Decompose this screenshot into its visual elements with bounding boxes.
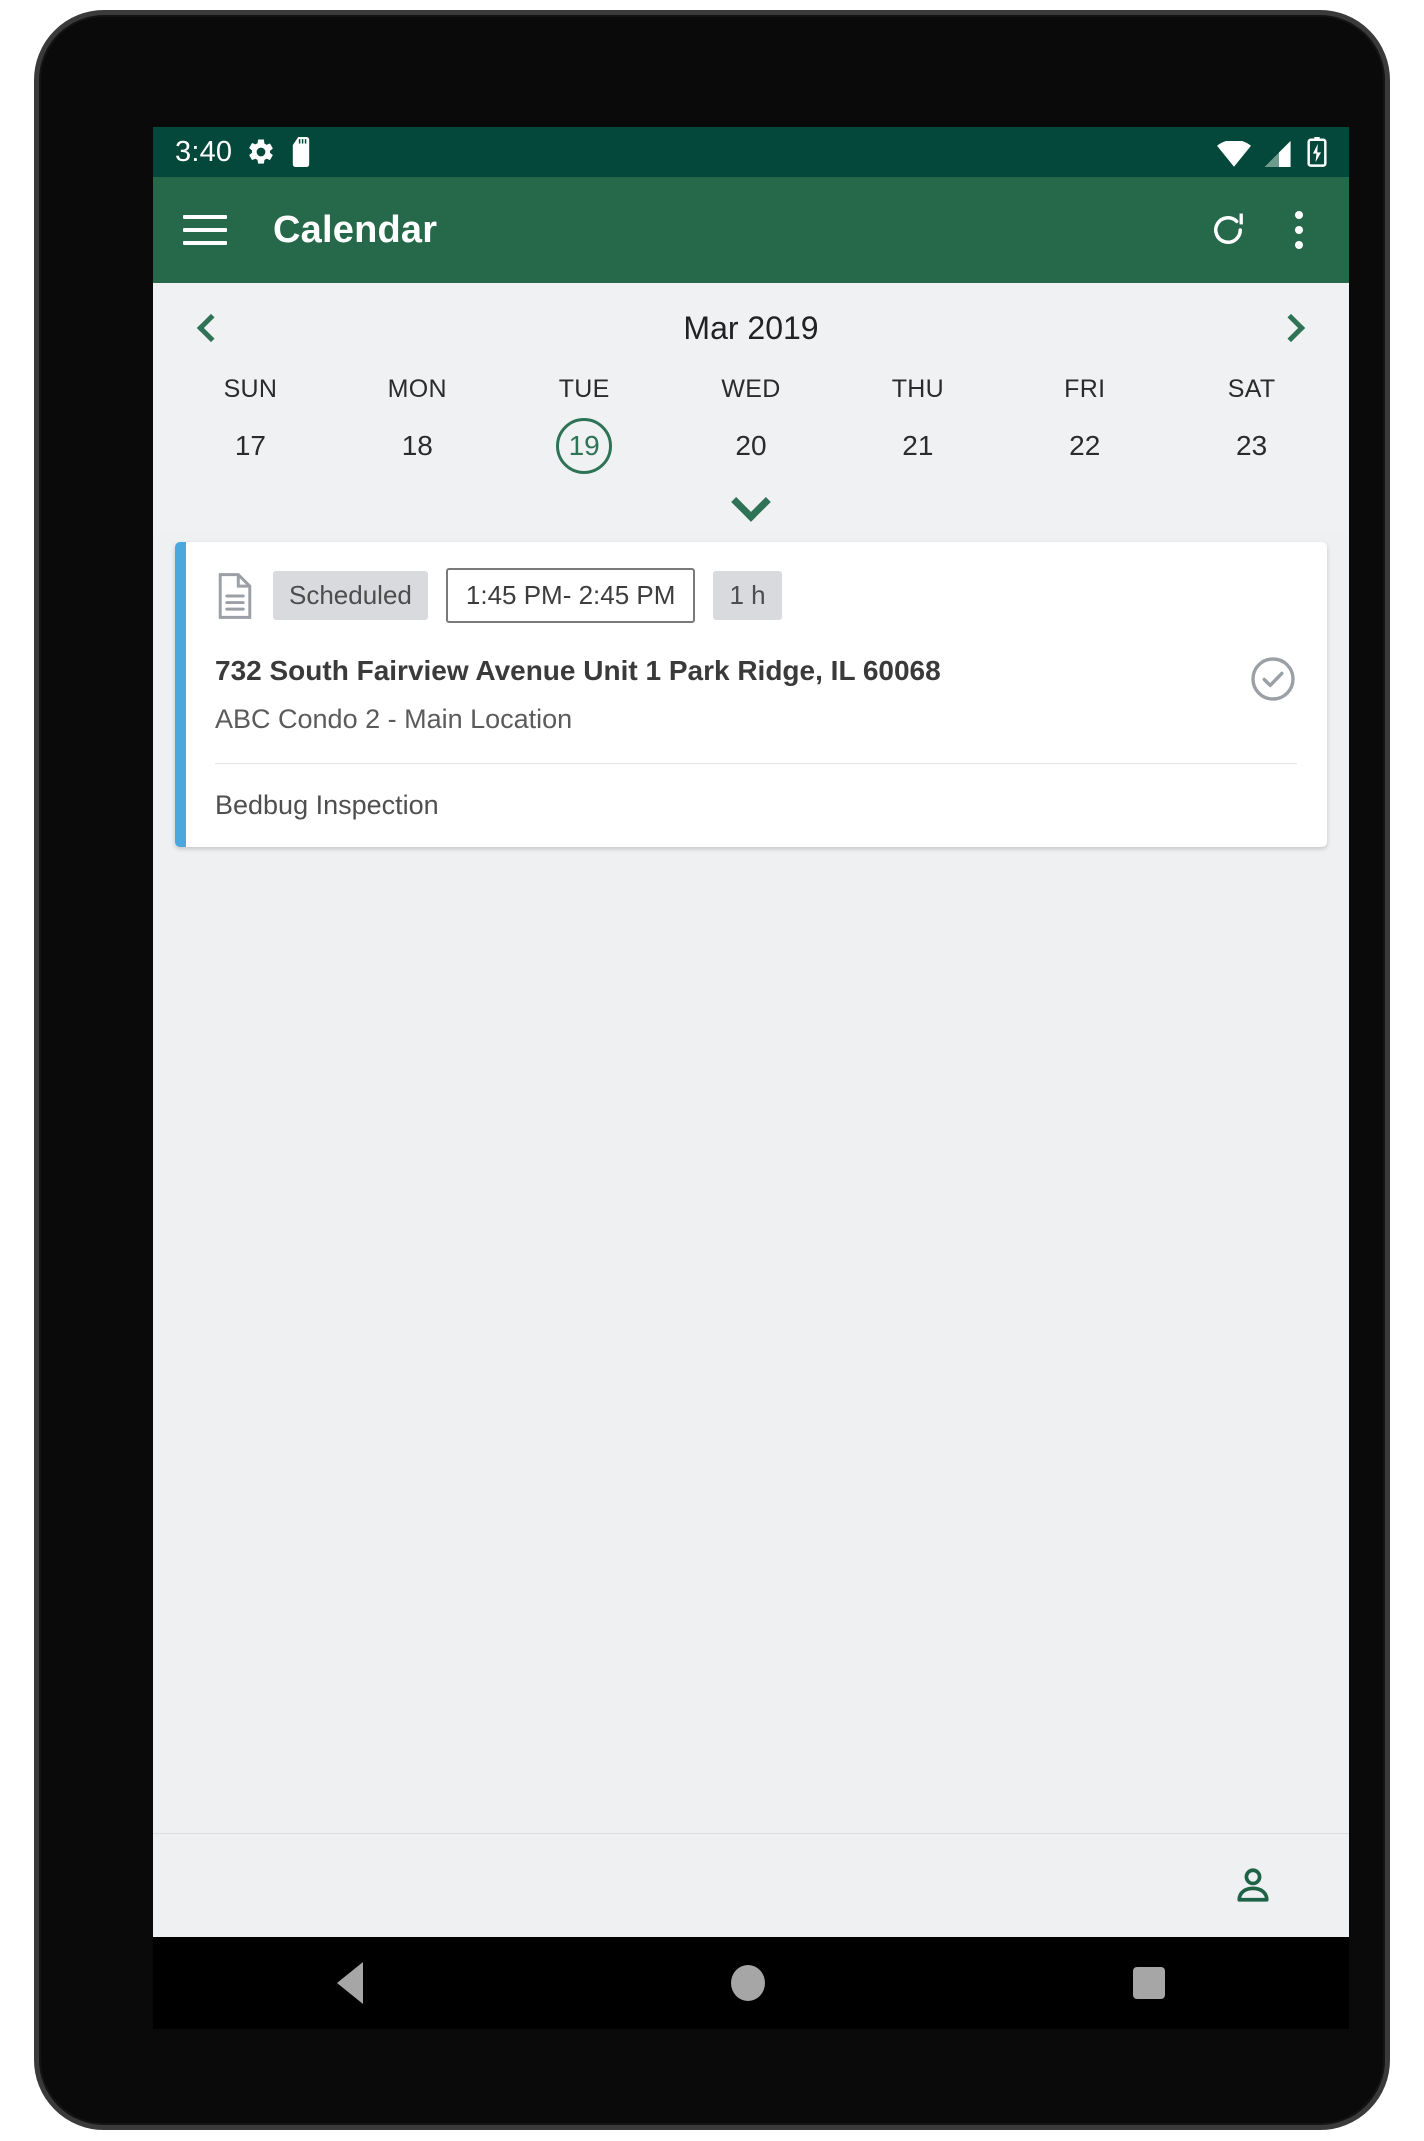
wifi-icon [1217,141,1251,167]
month-label: Mar 2019 [683,309,819,346]
day-number-wrap: 20 [723,418,779,474]
status-badge: Scheduled [273,571,428,620]
bottom-bar [153,1833,1349,1937]
back-triangle-icon[interactable] [337,1962,363,2004]
day-name: FRI [1064,375,1106,403]
document-icon [218,572,252,619]
card-title-row: 732 South Fairview Avenue Unit 1 Park Ri… [215,653,1297,735]
day-cell-wed[interactable]: WED 20 [668,375,835,474]
day-number: 22 [1069,430,1101,461]
recents-square-icon[interactable] [1133,1967,1165,1999]
day-cell-thu[interactable]: THU 21 [834,375,1001,474]
day-number-wrap: 18 [389,418,445,474]
chevron-down-icon[interactable] [731,482,771,522]
day-cell-sun[interactable]: SUN 17 [167,375,334,474]
phone-screen: 3:40 Calendar Mar 2019 SUN 17 MON 18 TUE… [153,127,1349,1937]
cell-signal-icon [1264,141,1291,167]
next-week-button[interactable] [1265,299,1323,357]
day-name: WED [721,375,781,403]
event-service: Bedbug Inspection [215,790,439,820]
status-bar-left: 3:40 [175,136,312,169]
event-card[interactable]: Scheduled 1:45 PM- 2:45 PM 1 h 732 South… [175,542,1327,847]
event-list: Scheduled 1:45 PM- 2:45 PM 1 h 732 South… [153,534,1349,1937]
hamburger-menu-icon[interactable] [183,201,241,259]
day-number: 21 [902,430,934,461]
day-cell-mon[interactable]: MON 18 [334,375,501,474]
refresh-icon[interactable] [1207,209,1249,251]
gear-icon [249,139,273,164]
day-number: 18 [401,430,433,461]
day-name: MON [387,375,447,403]
day-number-wrap: 17 [222,418,278,474]
event-address: 732 South Fairview Avenue Unit 1 Park Ri… [215,655,941,686]
day-number: 17 [234,430,266,461]
expand-calendar-row [153,474,1349,534]
day-cell-fri[interactable]: FRI 22 [1001,375,1168,474]
day-number-wrap: 22 [1057,418,1113,474]
android-nav-bar [153,1937,1349,2029]
prev-week-button[interactable] [179,299,237,357]
check-circle-icon[interactable] [1249,655,1297,703]
device-frame: 3:40 Calendar Mar 2019 SUN 17 MON 18 TUE… [34,10,1390,2130]
event-location: ABC Condo 2 - Main Location [215,704,573,734]
day-number: 19 [568,430,600,461]
person-icon[interactable] [1231,1864,1275,1908]
day-name: TUE [558,375,610,403]
card-texts: 732 South Fairview Avenue Unit 1 Park Ri… [215,653,1249,735]
day-number: 23 [1236,430,1268,461]
status-bar: 3:40 [153,127,1349,177]
day-name: SUN [223,375,278,403]
page-title: Calendar [273,208,438,251]
day-number: 20 [735,430,767,461]
status-time: 3:40 [175,135,233,168]
battery-charging-icon [1307,137,1327,167]
time-range-badge: 1:45 PM- 2:45 PM [445,568,696,623]
day-number-wrap: 21 [890,418,946,474]
sd-card-icon [293,137,310,167]
more-vertical-icon[interactable] [1285,207,1313,253]
card-accent-bar [175,542,186,847]
week-strip: Mar 2019 SUN 17 MON 18 TUE 19 WED 20 THU… [153,283,1349,534]
app-bar: Calendar [153,177,1349,283]
chevron-right-icon [1276,313,1306,343]
chevron-left-icon [196,313,226,343]
day-name: SAT [1227,375,1276,403]
status-bar-right [1217,137,1327,167]
app-bar-actions [1207,207,1319,253]
card-meta-row: Scheduled 1:45 PM- 2:45 PM 1 h [215,568,1297,623]
duration-badge: 1 h [713,571,782,620]
month-row: Mar 2019 [153,289,1349,361]
day-number-wrap-selected: 19 [556,418,613,474]
day-name: THU [891,375,944,403]
day-cell-tue[interactable]: TUE 19 [501,375,668,474]
days-row: SUN 17 MON 18 TUE 19 WED 20 THU 21 FRI 2… [153,361,1349,474]
day-number-wrap: 23 [1224,418,1280,474]
day-cell-sat[interactable]: SAT 23 [1168,375,1335,474]
home-circle-icon[interactable] [731,1965,765,2001]
